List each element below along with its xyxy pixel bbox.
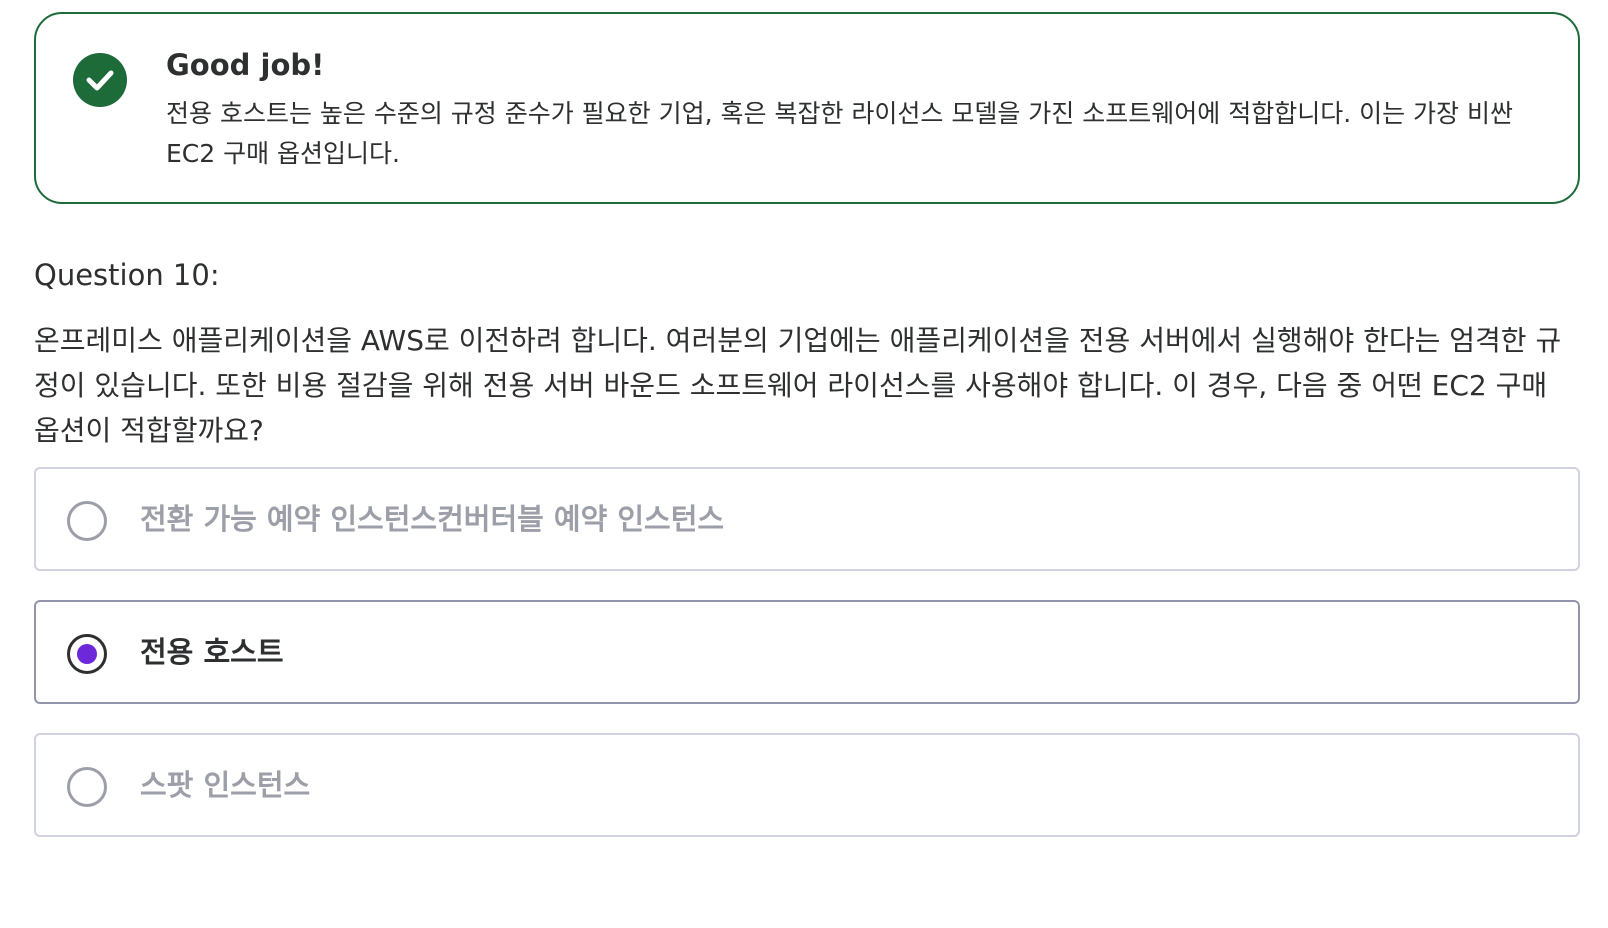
answer-option-label: 스팟 인스턴스 bbox=[140, 768, 311, 802]
radio-button-unselected[interactable] bbox=[67, 501, 107, 541]
radio-button-selected[interactable] bbox=[67, 634, 107, 674]
answer-option-3[interactable]: 스팟 인스턴스 bbox=[34, 733, 1580, 837]
answer-option-1[interactable]: 전환 가능 예약 인스턴스컨버터블 예약 인스턴스 bbox=[34, 467, 1580, 571]
feedback-title: Good job! bbox=[166, 48, 325, 82]
feedback-alert: Good job! 전용 호스트는 높은 수준의 규정 준수가 필요한 기업, … bbox=[34, 12, 1580, 204]
answer-option-2[interactable]: 전용 호스트 bbox=[34, 600, 1580, 704]
question-text: 온프레미스 애플리케이션을 AWS로 이전하려 합니다. 여러분의 기업에는 애… bbox=[34, 324, 1562, 447]
check-circle-icon bbox=[73, 53, 127, 107]
radio-selected-dot bbox=[77, 644, 97, 664]
answer-option-label: 전용 호스트 bbox=[140, 635, 284, 669]
feedback-explanation: 전용 호스트는 높은 수준의 규정 준수가 필요한 기업, 혹은 복잡한 라이선… bbox=[166, 99, 1513, 168]
question-number: Question 10: bbox=[34, 258, 220, 292]
radio-button-unselected[interactable] bbox=[67, 767, 107, 807]
answer-option-label: 전환 가능 예약 인스턴스컨버터블 예약 인스턴스 bbox=[140, 502, 725, 536]
